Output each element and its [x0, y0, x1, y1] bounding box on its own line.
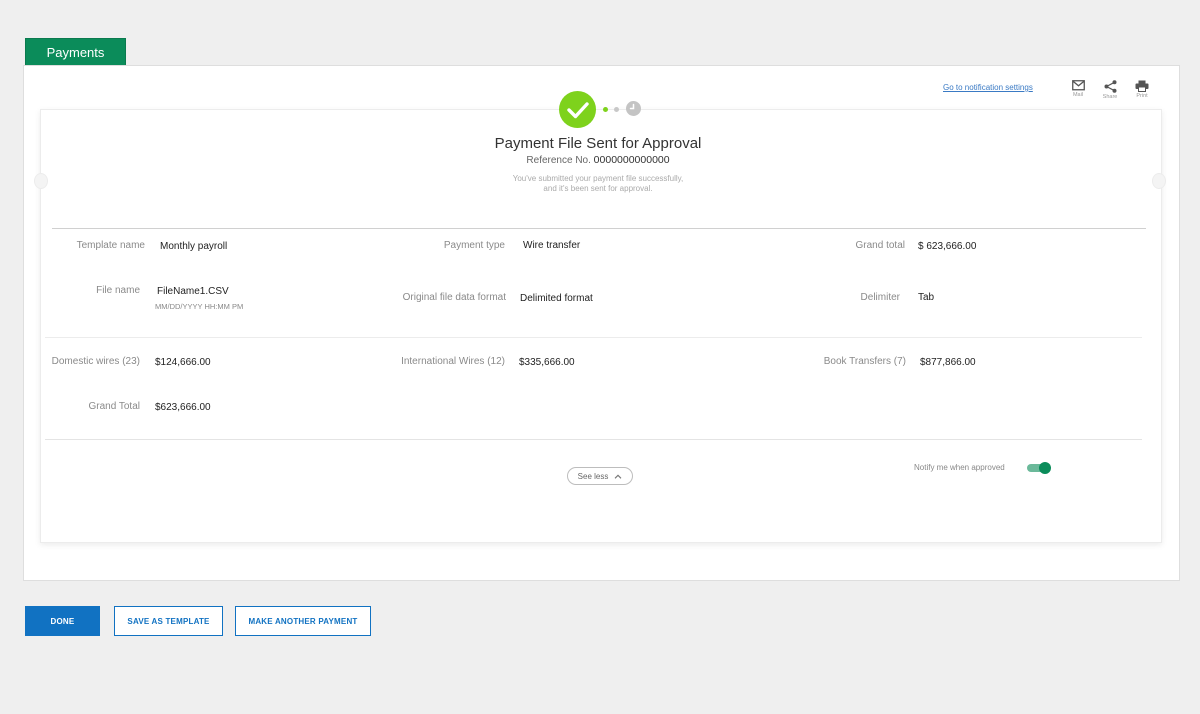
payment-type-value: Wire transfer	[523, 240, 581, 251]
book-transfers-label: Book Transfers (7)	[823, 356, 906, 367]
tab-payments-label: Payments	[46, 44, 105, 60]
domestic-wires-label: Domestic wires (23)	[51, 356, 140, 367]
grand-total-label: Grand total	[855, 240, 905, 251]
save-as-template-button[interactable]: SAVE AS TEMPLATE	[114, 606, 223, 636]
card-notch-left	[34, 173, 48, 189]
status-message: You've submitted your payment file succe…	[400, 174, 796, 194]
mail-icon	[1071, 80, 1085, 91]
template-name-label: Template name	[76, 240, 145, 251]
reference-value: 0000000000000	[593, 154, 670, 166]
file-date-value: MM/DD/YYYY HH:MM PM	[155, 302, 244, 311]
summary-grand-total-label: Grand Total	[88, 401, 140, 412]
notification-settings-link[interactable]: Go to notification settings	[943, 83, 1033, 92]
notify-approved-label: Notify me when approved	[914, 463, 1005, 472]
template-name-value: Monthly payroll	[160, 241, 228, 252]
original-format-label: Original file data format	[402, 292, 506, 303]
print-button[interactable]: Print	[1130, 80, 1154, 99]
done-button[interactable]: DONE	[25, 606, 100, 636]
see-less-label: See less	[577, 471, 609, 481]
progress-dot-active	[603, 107, 608, 112]
see-less-button[interactable]: See less	[567, 467, 633, 485]
file-name-value: FileName1.CSV	[157, 286, 229, 297]
international-wires-label: International Wires (12)	[401, 356, 505, 367]
payment-type-label: Payment type	[443, 240, 505, 251]
international-wires-value: $335,666.00	[519, 357, 575, 368]
divider-top	[52, 228, 1146, 229]
share-label: Share	[1102, 94, 1118, 100]
print-icon	[1135, 80, 1149, 92]
status-message-line-1: You've submitted your payment file succe…	[512, 174, 684, 183]
chevron-up-icon	[614, 474, 622, 479]
grand-total-value: $ 623,666.00	[918, 241, 977, 252]
status-title: Payment File Sent for Approval	[494, 135, 702, 152]
success-check-icon	[559, 91, 596, 128]
tab-payments[interactable]: Payments	[25, 38, 126, 65]
mail-label: Mail	[1072, 92, 1084, 98]
status-message-line-2: and it's been sent for approval.	[543, 184, 653, 193]
reference-label: Reference No.	[526, 155, 591, 166]
original-format-value: Delimited format	[520, 293, 593, 304]
summary-grand-total-value: $623,666.00	[155, 402, 211, 413]
pending-clock-icon	[626, 101, 641, 116]
domestic-wires-value: $124,666.00	[155, 357, 211, 368]
divider-middle	[45, 337, 1142, 338]
file-name-label: File name	[96, 285, 140, 296]
divider-bottom	[45, 439, 1142, 440]
card-notch-right	[1152, 173, 1166, 189]
notify-approved-toggle[interactable]	[1027, 462, 1051, 474]
toggle-knob	[1039, 462, 1051, 474]
share-button[interactable]: Share	[1098, 80, 1122, 100]
book-transfers-value: $877,866.00	[920, 357, 976, 368]
share-icon	[1104, 80, 1116, 93]
print-label: Print	[1136, 93, 1148, 99]
reference-number: Reference No. 0000000000000	[400, 154, 796, 166]
make-another-payment-button[interactable]: MAKE ANOTHER PAYMENT	[235, 606, 371, 636]
delimiter-value: Tab	[918, 292, 935, 303]
delimiter-label: Delimiter	[860, 292, 900, 303]
progress-dot-pending	[614, 107, 619, 112]
mail-button[interactable]: Mail	[1066, 80, 1090, 98]
